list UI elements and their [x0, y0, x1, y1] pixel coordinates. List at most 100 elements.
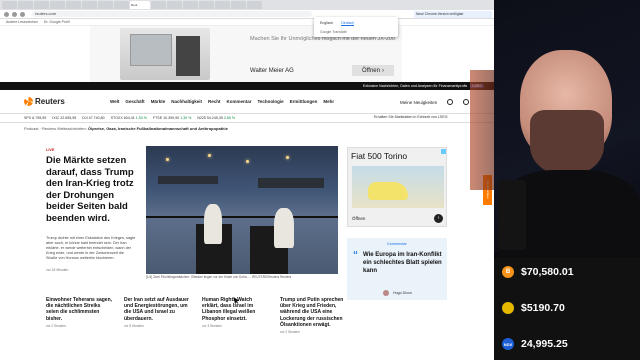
update-notice[interactable]: Neue Chrome-Version verfügbar: [414, 11, 492, 18]
nav-item-recht[interactable]: Recht: [208, 99, 221, 104]
bitcoin-icon: B: [502, 266, 514, 278]
harbor-light: [246, 160, 249, 163]
commentary-title[interactable]: Wie Europa im Iran-Konflikt ein schlecht…: [363, 251, 443, 275]
search-icon[interactable]: [447, 99, 454, 105]
background-light: [470, 70, 494, 190]
reuters-logo[interactable]: Reuters: [24, 97, 65, 106]
author-name[interactable]: Hugo Dixon: [393, 291, 412, 295]
translate-lang-option-selected[interactable]: Deutsch: [341, 21, 355, 26]
reload-icon[interactable]: [20, 11, 25, 17]
market-ticker: SPX 6.795,99 IXIC 22.695,95 DJI 47.740,8…: [0, 114, 494, 123]
browser-tab[interactable]: [114, 1, 129, 9]
tanker-ship: [258, 178, 324, 188]
infobar-text: Exklusive Nachrichten, Daten und Analyse…: [362, 84, 468, 88]
person: [274, 208, 294, 248]
harbor-light: [286, 156, 289, 159]
ad-company: Walter Meier AG: [250, 68, 294, 74]
lead-photo[interactable]: [146, 146, 338, 274]
story-meta: vor 2 Stunden: [46, 323, 66, 328]
nav-item-maerkte[interactable]: Märkte: [151, 99, 166, 104]
back-icon[interactable]: [4, 11, 9, 17]
podcast-banner[interactable]: Podcast · Reuters Weltnachrichten: Ölpre…: [24, 126, 228, 131]
sidebar-ad[interactable]: Fiat 500 Torino Öffnen ›: [347, 147, 447, 227]
ticker-item[interactable]: N225 54.245,39 2,69 %: [197, 116, 235, 120]
browser-tab[interactable]: [66, 1, 81, 9]
commentary-card[interactable]: Kommentar “ Wie Europa im Iran-Konflikt …: [347, 238, 447, 300]
browser-tab[interactable]: [183, 1, 198, 9]
nav-item-welt[interactable]: Welt: [110, 99, 119, 104]
ad-open-button[interactable]: Öffnen ›: [352, 65, 394, 76]
machine-image: [120, 28, 210, 80]
header-actions: Meine Neuigkeiten: [400, 99, 470, 105]
browser-tab[interactable]: [247, 1, 262, 9]
story-card[interactable]: Einwohner Teherans sagen, die nächtliche…: [46, 297, 114, 334]
nav-item-mehr[interactable]: Mehr: [323, 99, 334, 104]
car-image: [352, 166, 444, 208]
logo-text: Reuters: [35, 97, 65, 106]
nav-item-technologie[interactable]: Technologie: [258, 99, 284, 104]
harbor-light: [166, 158, 169, 161]
microphone: [498, 180, 526, 250]
ticker-item[interactable]: FTSE 10.399,90 1,39 %: [153, 116, 191, 120]
ticker-item[interactable]: IXIC 22.695,95: [52, 116, 76, 120]
browser-tab[interactable]: [18, 1, 33, 9]
adchoices-icon[interactable]: [441, 149, 446, 154]
ad-open-label: Öffnen: [352, 216, 366, 221]
browser-tab[interactable]: [199, 1, 214, 9]
ad-title: Fiat 500 Torino: [351, 151, 408, 161]
bookmarks-bar: Andere Lesezeichen Dr. Google Profil: [0, 19, 494, 26]
price-value: $70,580.01: [521, 266, 574, 278]
podcast-label: Podcast · Reuters Weltnachrichten:: [24, 126, 87, 131]
quote-icon: “: [353, 250, 358, 261]
ticker-item[interactable]: DJI 47.740,80: [82, 116, 104, 120]
forward-icon[interactable]: [12, 11, 17, 17]
browser-tab[interactable]: [82, 1, 97, 9]
bookmark-item[interactable]: Dr. Google Profil: [44, 20, 70, 24]
nav-item-ermittlungen[interactable]: Ermittlungen: [290, 99, 318, 104]
bookmark-item[interactable]: Andere Lesezeichen: [6, 20, 38, 24]
lseg-infobar[interactable]: Exklusive Nachrichten, Daten und Analyse…: [0, 82, 494, 90]
nav-item-nachhaltigkeit[interactable]: Nachhaltigkeit: [171, 99, 202, 104]
browser-tab-active[interactable]: Reut: [130, 1, 150, 9]
story-card[interactable]: Der Iran setzt auf Ausdauer und Energies…: [124, 297, 192, 334]
story-title[interactable]: Trump und Putin sprechen über Krieg und …: [280, 297, 348, 328]
photo-caption: [1/4] Zwei Flüchtlingsmädchen: Öltanker …: [146, 275, 292, 279]
railing: [146, 216, 338, 218]
lead-summary: Trump drohte mit einer Eskalation des Kr…: [46, 236, 136, 260]
browser-tab[interactable]: [215, 1, 230, 9]
browser-tab[interactable]: [167, 1, 182, 9]
price-row-ndx: NDX 24,995.25: [502, 338, 568, 350]
url-input[interactable]: reuters.com: [32, 11, 312, 17]
story-card[interactable]: Human Rights Watch erklärt, dass Israel …: [202, 297, 270, 334]
translate-lang-option[interactable]: Englisch: [320, 21, 333, 26]
price-value: $5190.70: [521, 302, 565, 314]
story-title[interactable]: Einwohner Teherans sagen, die nächtliche…: [46, 297, 114, 322]
browser-tab[interactable]: [50, 1, 65, 9]
person: [204, 204, 222, 244]
ticker-item[interactable]: STOXX 604,41 1,53 %: [111, 116, 147, 120]
chevron-right-icon[interactable]: ›: [434, 214, 443, 223]
browser-tab[interactable]: [2, 1, 17, 9]
nasdaq-icon: NDX: [502, 338, 514, 350]
browser-tab[interactable]: [231, 1, 246, 9]
ad-copy: Machen Sie Ihr Unmögliches möglich mit d…: [250, 36, 395, 42]
browser-tab[interactable]: [34, 1, 49, 9]
ad-open-label: Öffnen: [362, 67, 380, 74]
commentary-label: Kommentar: [387, 242, 407, 246]
site-header: Reuters Welt Geschäft Märkte Nachhaltigk…: [0, 90, 494, 114]
my-news-link[interactable]: Meine Neuigkeiten: [400, 100, 437, 105]
nav-item-kommentar[interactable]: Kommentar: [226, 99, 251, 104]
story-row: Einwohner Teherans sagen, die nächtliche…: [46, 297, 348, 334]
nav-item-geschaeft[interactable]: Geschäft: [125, 99, 144, 104]
account-icon[interactable]: [463, 99, 470, 105]
browser-tab[interactable]: [98, 1, 113, 9]
tanker-ship: [158, 176, 218, 184]
story-card[interactable]: Trump und Putin sprechen über Krieg und …: [280, 297, 348, 334]
author-avatar: [383, 290, 389, 296]
story-title[interactable]: Der Iran setzt auf Ausdauer und Energies…: [124, 297, 192, 322]
browser-tab[interactable]: [151, 1, 166, 9]
lead-headline[interactable]: Die Märkte setzen darauf, dass Trump den…: [46, 155, 136, 224]
ticker-realtime-link[interactable]: Erhalten Sie Marktdaten in Echtzeit von …: [374, 115, 449, 119]
story-meta: vor 8 Stunden: [124, 323, 144, 328]
ticker-item[interactable]: SPX 6.795,99: [24, 116, 46, 120]
